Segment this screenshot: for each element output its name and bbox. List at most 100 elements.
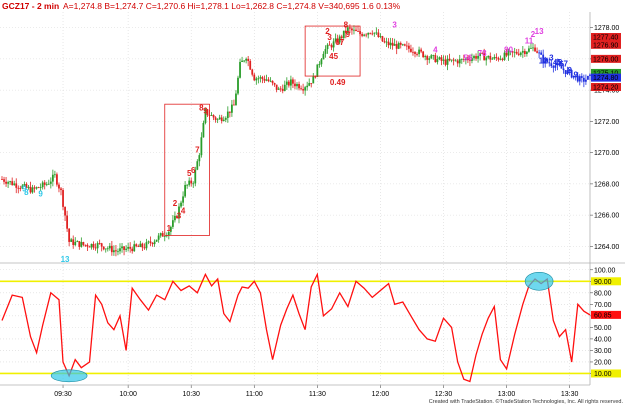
candle-body: [434, 55, 437, 63]
candle-body: [245, 58, 248, 61]
candle-body: [532, 47, 534, 49]
overbought-highlight: [524, 271, 554, 291]
candle-body: [186, 184, 189, 186]
candle-body: [15, 183, 18, 188]
count-label: 6: [191, 166, 196, 175]
candle-body: [13, 183, 16, 185]
candle-body: [17, 187, 20, 189]
candle-body: [365, 34, 368, 36]
candle-body: [137, 246, 140, 247]
candle-body: [147, 241, 150, 243]
candle-body: [475, 56, 477, 59]
count-label: 9: [203, 107, 208, 116]
candle-body: [100, 243, 103, 247]
count-label: 56: [463, 53, 472, 62]
candle-body: [230, 104, 233, 113]
candle-body: [401, 44, 404, 46]
candle-body: [420, 49, 423, 52]
candle-body: [233, 104, 235, 106]
candle-body: [198, 155, 201, 162]
candle-body: [292, 79, 294, 84]
candle-body: [332, 41, 335, 48]
candle-body: [64, 206, 66, 216]
candle-body: [375, 32, 378, 34]
candle-body: [515, 51, 518, 54]
price-tag-label: 1274.20: [593, 85, 618, 92]
candle-body: [379, 36, 382, 38]
candle-body: [200, 137, 203, 156]
candle-body: [255, 78, 258, 81]
candle-body: [361, 34, 364, 36]
candle-body: [53, 174, 56, 176]
candle-body: [285, 81, 288, 85]
candle-body: [562, 68, 565, 71]
candle-body: [564, 70, 567, 74]
candle-body: [430, 55, 433, 59]
count-label: 8: [567, 66, 572, 75]
candle-body: [373, 32, 376, 34]
count-label: 9: [38, 189, 43, 198]
candle-body: [456, 60, 459, 64]
candle-body: [501, 58, 504, 60]
candle-body: [521, 50, 524, 53]
candle-body: [60, 188, 62, 191]
candle-body: [316, 64, 319, 77]
candle-body: [41, 182, 44, 188]
candle-body: [265, 79, 268, 81]
candle-body: [196, 161, 199, 170]
candle-body: [405, 45, 408, 47]
price-tag-label: 1277.40: [593, 35, 618, 42]
candle-body: [239, 61, 241, 78]
candle-body: [78, 241, 81, 247]
osc-last-value-label: 60.85: [594, 312, 612, 319]
candle-body: [33, 187, 36, 189]
candle-body: [171, 220, 174, 227]
candle-body: [237, 77, 239, 94]
candle-body: [216, 119, 219, 121]
candle-body: [72, 239, 75, 246]
candle-body: [86, 244, 89, 247]
price-tick-label: 1272.00: [594, 119, 619, 126]
candle-body: [102, 246, 105, 250]
candle-body: [43, 182, 46, 185]
candle-body: [143, 247, 146, 249]
candle-body: [112, 250, 115, 253]
candle-body: [540, 52, 543, 55]
candle-body: [367, 32, 370, 35]
price-tick-label: 1278.00: [594, 25, 619, 32]
candle-body: [267, 79, 270, 82]
candle-body: [251, 69, 254, 75]
candle-body: [497, 57, 500, 60]
count-label: 8: [344, 21, 349, 30]
candle-body: [123, 246, 125, 250]
candle-body: [300, 88, 302, 90]
price-tick-label: 1270.00: [594, 150, 619, 157]
osc-tick-label: 50.00: [594, 325, 612, 332]
candle-body: [277, 88, 280, 90]
candle-body: [110, 245, 113, 253]
time-tick-label: 11:00: [246, 391, 263, 398]
candle-body: [283, 84, 286, 91]
candle-body: [436, 59, 439, 63]
candle-body: [523, 50, 526, 55]
candle-body: [145, 242, 148, 249]
count-label: 7: [195, 146, 200, 155]
candle-body: [294, 83, 296, 87]
candle-body: [131, 248, 134, 252]
candle-body: [326, 44, 329, 50]
time-tick-label: 10:30: [182, 391, 200, 398]
candle-body: [304, 87, 307, 91]
count-label: 9: [346, 30, 351, 39]
candle-body: [253, 74, 256, 81]
candle-body: [393, 44, 396, 46]
candle-body: [58, 184, 60, 189]
candle-body: [458, 59, 461, 64]
candle-body: [192, 183, 195, 185]
candle-body: [108, 245, 111, 249]
candle-body: [536, 51, 538, 53]
candle-body: [19, 188, 22, 189]
candle-body: [259, 77, 262, 79]
count-label: 3: [327, 33, 332, 42]
candle-body: [121, 246, 123, 249]
candle-body: [51, 174, 54, 182]
